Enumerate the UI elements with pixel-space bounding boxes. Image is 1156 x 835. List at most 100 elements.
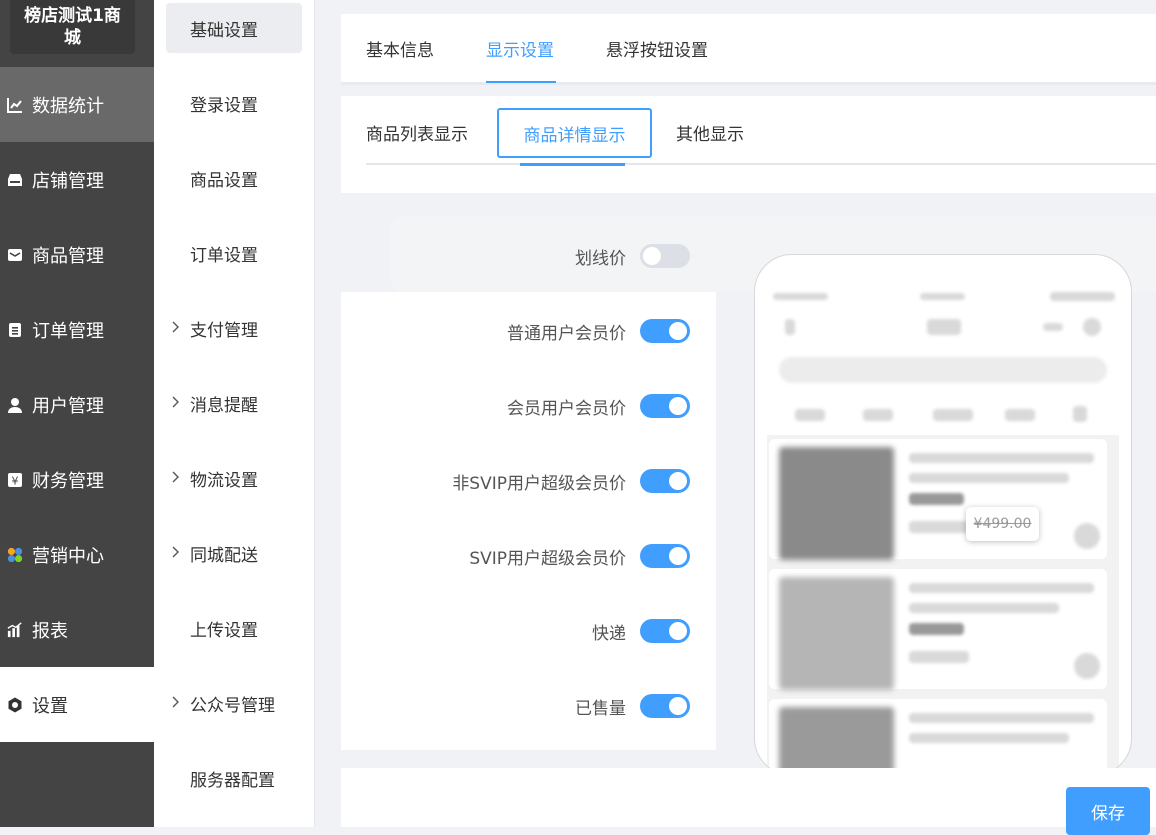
yen-icon: ¥: [7, 472, 23, 488]
sidebar-item-finance[interactable]: ¥ 财务管理: [0, 442, 154, 517]
store-icon: [7, 172, 23, 188]
sidebar-item-label: 订单管理: [32, 320, 104, 342]
active-subtab-indicator: [520, 163, 625, 166]
sidebar-item-orders[interactable]: 订单管理: [0, 292, 154, 367]
setting-label: 会员用户会员价: [507, 398, 626, 419]
subnav-item-label: 订单设置: [190, 245, 258, 266]
chevron-right-icon: [172, 321, 179, 333]
chevron-right-icon: [172, 396, 179, 408]
sidebar-item-reports[interactable]: 报表: [0, 592, 154, 667]
toggle-knob: [669, 472, 687, 490]
chevron-right-icon: [172, 471, 179, 483]
subnav-item-label: 公众号管理: [190, 695, 275, 716]
brand-name-line1: 榜店测试1商: [24, 6, 121, 26]
subnav-item-upload[interactable]: 上传设置: [166, 603, 302, 653]
sidebar-item-data-stats[interactable]: 数据统计: [0, 67, 154, 142]
toggle-knob: [669, 547, 687, 565]
sidebar-item-label: 财务管理: [32, 470, 104, 492]
subnav-item-payment[interactable]: 支付管理: [166, 303, 302, 353]
subnav-item-order[interactable]: 订单设置: [166, 228, 302, 278]
setting-label: 划线价: [575, 248, 626, 269]
toggle-knob: [669, 697, 687, 715]
setting-label: 快递: [592, 623, 626, 644]
sidebar-item-label: 报表: [32, 620, 68, 642]
subnav-item-label: 同城配送: [190, 545, 258, 566]
subnav-item-basic[interactable]: 基础设置: [166, 3, 302, 53]
subnav-item-official-account[interactable]: 公众号管理: [166, 678, 302, 728]
chevron-right-icon: [172, 696, 179, 708]
setting-row-express: 快递: [400, 611, 690, 651]
subnav-item-local-delivery[interactable]: 同城配送: [166, 528, 302, 578]
normal-member-price-toggle[interactable]: [640, 319, 690, 343]
member-price-toggle[interactable]: [640, 394, 690, 418]
setting-row-member-price: 会员用户会员价: [400, 386, 690, 426]
setting-label: SVIP用户超级会员价: [469, 548, 626, 569]
sidebar-item-label: 商品管理: [32, 245, 104, 267]
subnav-item-label: 物流设置: [190, 470, 258, 491]
subnav-item-label: 基础设置: [190, 20, 258, 41]
subnav-item-label: 登录设置: [190, 95, 258, 116]
sidebar-item-label: 数据统计: [32, 95, 104, 117]
toggle-knob: [669, 322, 687, 340]
marketing-icon: [7, 547, 23, 563]
subnav-item-notifications[interactable]: 消息提醒: [166, 378, 302, 428]
subtab-product-detail[interactable]: 商品详情显示: [497, 108, 652, 158]
svg-text:¥: ¥: [12, 474, 19, 487]
subnav-item-login[interactable]: 登录设置: [166, 78, 302, 128]
sidebar-item-products[interactable]: 商品管理: [0, 217, 154, 292]
svip-price-toggle[interactable]: [640, 544, 690, 568]
sidebar-item-marketing[interactable]: 营销中心: [0, 517, 154, 592]
subnav-item-product[interactable]: 商品设置: [166, 153, 302, 203]
brand-logo[interactable]: 榜店测试1商城: [10, 0, 135, 54]
subnav-item-logistics[interactable]: 物流设置: [166, 453, 302, 503]
subnav-item-label: 消息提醒: [190, 395, 258, 416]
tab-float-button[interactable]: 悬浮按钮设置: [606, 14, 708, 82]
sidebar-item-label: 店铺管理: [32, 170, 104, 192]
express-toggle[interactable]: [640, 619, 690, 643]
toggle-knob: [643, 247, 661, 265]
setting-label: 已售量: [575, 698, 626, 719]
phone-preview: [754, 254, 1132, 776]
subtab-product-list[interactable]: 商品列表显示: [366, 108, 468, 156]
brand-name-line2: 城: [64, 28, 81, 48]
save-button[interactable]: 保存: [1066, 787, 1150, 835]
strike-price-toggle[interactable]: [640, 244, 690, 268]
action-bar: [341, 768, 1156, 827]
setting-row-svip-price: SVIP用户超级会员价: [400, 536, 690, 576]
setting-row-sold-count: 已售量: [400, 686, 690, 726]
gear-icon: [7, 697, 23, 713]
top-tab-bar: [341, 14, 1156, 85]
setting-label: 非SVIP用户超级会员价: [452, 473, 626, 494]
chevron-right-icon: [172, 546, 179, 558]
sidebar-item-store[interactable]: 店铺管理: [0, 142, 154, 217]
line-chart-icon: [7, 97, 23, 113]
sold-count-toggle[interactable]: [640, 694, 690, 718]
subnav-item-label: 服务器配置: [190, 770, 275, 791]
setting-row-strike-price: 划线价: [400, 236, 690, 276]
mail-icon: [7, 247, 23, 263]
toggle-knob: [669, 397, 687, 415]
subnav-item-server[interactable]: 服务器配置: [166, 753, 302, 803]
sub-tab-divider: [366, 163, 1156, 165]
subtab-other[interactable]: 其他显示: [676, 108, 744, 156]
sidebar-item-label: 用户管理: [32, 395, 104, 417]
subnav-item-label: 上传设置: [190, 620, 258, 641]
tab-display-settings[interactable]: 显示设置: [486, 14, 554, 82]
settings-form: [341, 292, 716, 750]
sidebar-item-label: 营销中心: [32, 545, 104, 567]
tab-basic-info[interactable]: 基本信息: [366, 14, 434, 82]
strike-price-tag: ¥499.00: [966, 507, 1039, 541]
subnav-item-label: 支付管理: [190, 320, 258, 341]
setting-row-non-svip-price: 非SVIP用户超级会员价: [400, 461, 690, 501]
subnav-item-label: 商品设置: [190, 170, 258, 191]
toggle-knob: [669, 622, 687, 640]
active-tab-indicator: [486, 81, 556, 83]
setting-label: 普通用户会员价: [507, 323, 626, 344]
sidebar-item-users[interactable]: 用户管理: [0, 367, 154, 442]
non-svip-price-toggle[interactable]: [640, 469, 690, 493]
sidebar-item-settings[interactable]: 设置: [0, 667, 154, 742]
clipboard-icon: [7, 322, 23, 338]
setting-row-normal-member-price: 普通用户会员价: [400, 311, 690, 351]
sidebar-item-label: 设置: [32, 695, 68, 717]
bar-chart-icon: [7, 621, 23, 638]
